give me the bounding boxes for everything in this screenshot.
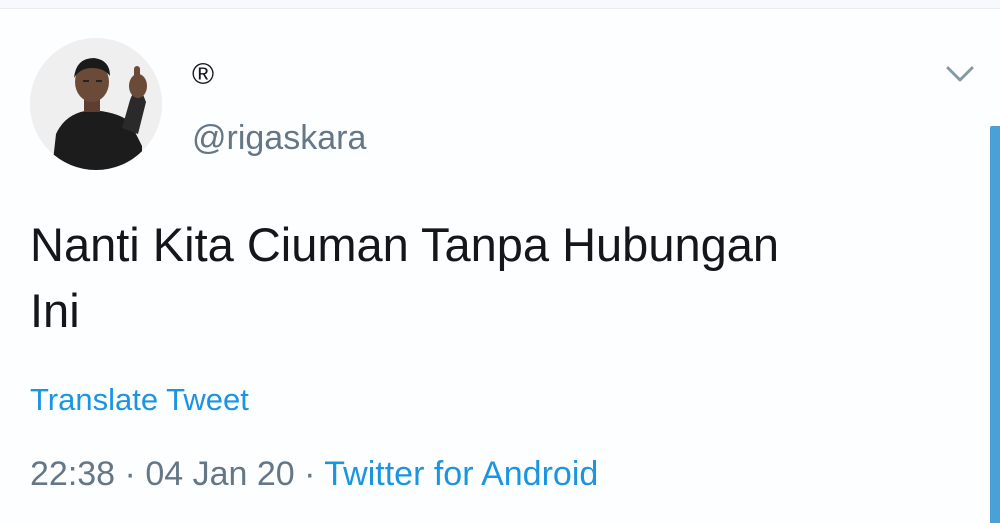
translate-tweet-link[interactable]: Translate Tweet	[30, 380, 249, 420]
tweet-text-line-1: Nanti Kita Ciuman Tanpa Hubungan	[30, 218, 780, 271]
tweet-text-line-2: Ini	[30, 284, 80, 337]
avatar[interactable]	[30, 38, 162, 170]
scrollbar[interactable]	[990, 126, 1000, 523]
tweet-date[interactable]: 04 Jan 20	[145, 455, 294, 493]
meta-separator: ·	[115, 455, 146, 493]
top-divider	[0, 0, 1000, 9]
tweet-card: ® @rigaskara Nanti Kita Ciuman Tanpa Hub…	[0, 0, 1000, 523]
tweet-source-link[interactable]: Twitter for Android	[324, 455, 598, 493]
chevron-down-icon[interactable]	[940, 58, 980, 92]
avatar-image	[30, 38, 162, 170]
display-name[interactable]: ®	[192, 56, 214, 94]
tweet-time[interactable]: 22:38	[30, 455, 115, 493]
meta-separator: ·	[294, 455, 325, 493]
user-handle[interactable]: @rigaskara	[192, 118, 366, 158]
tweet-text: Nanti Kita Ciuman Tanpa Hubungan Ini	[30, 212, 950, 344]
tweet-metadata: 22:38 · 04 Jan 20 · Twitter for Android	[30, 452, 598, 496]
